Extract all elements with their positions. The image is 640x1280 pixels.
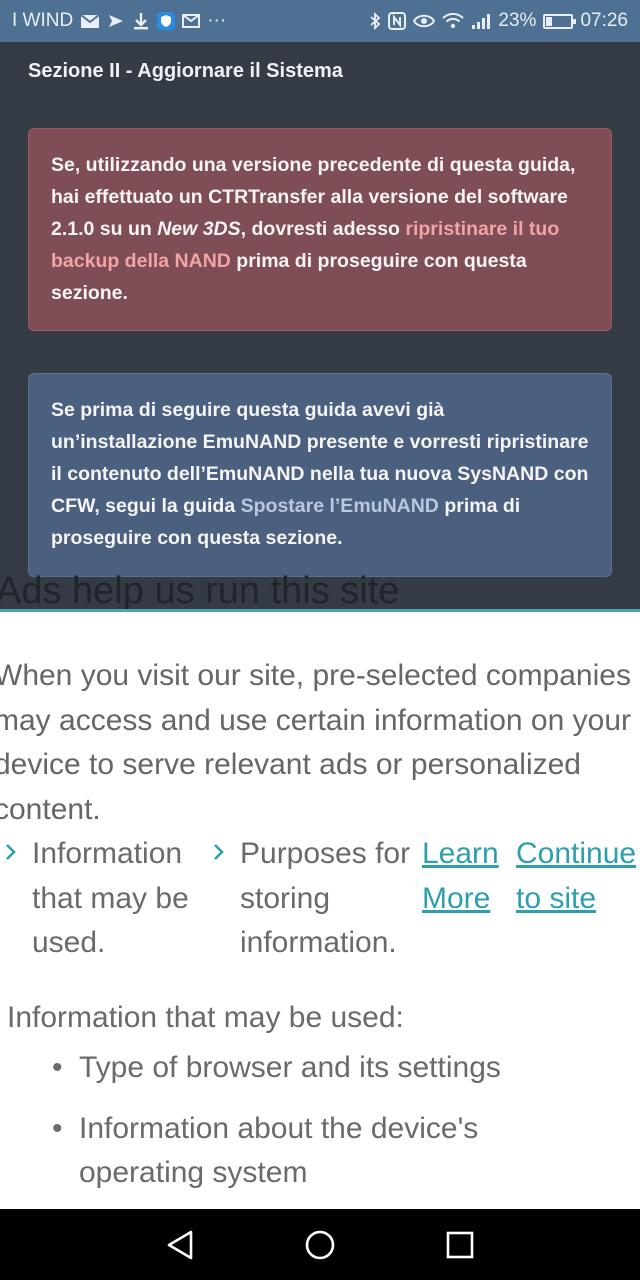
list-item: • Information about the device's operatin… [48, 1107, 608, 1196]
bluetooth-icon [369, 12, 381, 30]
info-title: Information that may be used: [7, 1001, 404, 1034]
back-icon[interactable] [155, 1220, 205, 1270]
list-item-text: Information about the device's operating… [79, 1111, 479, 1190]
danger-alert-text-2: , dovresti adesso [240, 218, 406, 240]
option-information-used[interactable]: Information that may be used. [6, 832, 202, 966]
navigation-bar [0, 1209, 640, 1280]
email-icon [182, 14, 201, 28]
bullet: • [52, 1111, 63, 1145]
list-item: • Type of browser and its settings [48, 1046, 608, 1091]
danger-alert-italic: New 3DS [157, 218, 241, 240]
battery-icon [543, 13, 577, 29]
guide-page: Sezione II - Aggiornare il Sistema Se, u… [0, 42, 640, 612]
more-notifications-icon: ··· [207, 10, 227, 31]
nfc-send-icon [107, 13, 125, 29]
continue-to-site-link[interactable]: Continue to site [516, 832, 640, 921]
nfc-icon [388, 12, 407, 30]
home-icon[interactable] [295, 1220, 345, 1270]
signal-icon [471, 13, 491, 29]
bullet: • [52, 1051, 63, 1084]
move-emunand-link[interactable]: Spostare l’EmuNAND [241, 495, 439, 517]
chevron-right-icon [212, 832, 226, 877]
list-item-text: Type of browser and its settings [79, 1051, 501, 1084]
status-right: 23% 07:26 [369, 10, 628, 32]
carrier-label: I WIND [12, 10, 74, 31]
shield-icon [157, 12, 176, 30]
consent-heading: Ads help us run this site [0, 570, 400, 612]
status-left: I WIND ··· [12, 10, 226, 32]
mail-icon [80, 13, 100, 29]
info-alert: Se prima di seguire questa guida avevi g… [28, 373, 612, 577]
danger-alert: Se, utilizzando una versione precedente … [28, 128, 612, 331]
learn-more-link[interactable]: Learn More [422, 832, 512, 921]
info-list: • Type of browser and its settings • Infor… [48, 1046, 608, 1209]
download-icon [132, 12, 150, 30]
option-purposes[interactable]: Purposes for storing information. [214, 832, 425, 966]
clock: 07:26 [580, 10, 628, 31]
battery-fill [546, 16, 552, 26]
battery-percent: 23% [498, 10, 537, 31]
option-purposes-label: Purposes for storing information. [240, 837, 411, 959]
eye-icon [413, 13, 436, 29]
section-title: Sezione II - Aggiornare il Sistema [28, 60, 343, 82]
status-bar: I WIND ··· 23% 07:26 [0, 0, 640, 42]
option-information-label: Information that may be used. [32, 837, 189, 959]
chevron-right-icon [4, 832, 18, 877]
wifi-icon [442, 13, 465, 29]
consent-intro: When you visit our site, pre-selected co… [0, 659, 631, 826]
consent-panel: When you visit our site, pre-selected co… [0, 612, 640, 1209]
recents-icon[interactable] [435, 1220, 485, 1270]
